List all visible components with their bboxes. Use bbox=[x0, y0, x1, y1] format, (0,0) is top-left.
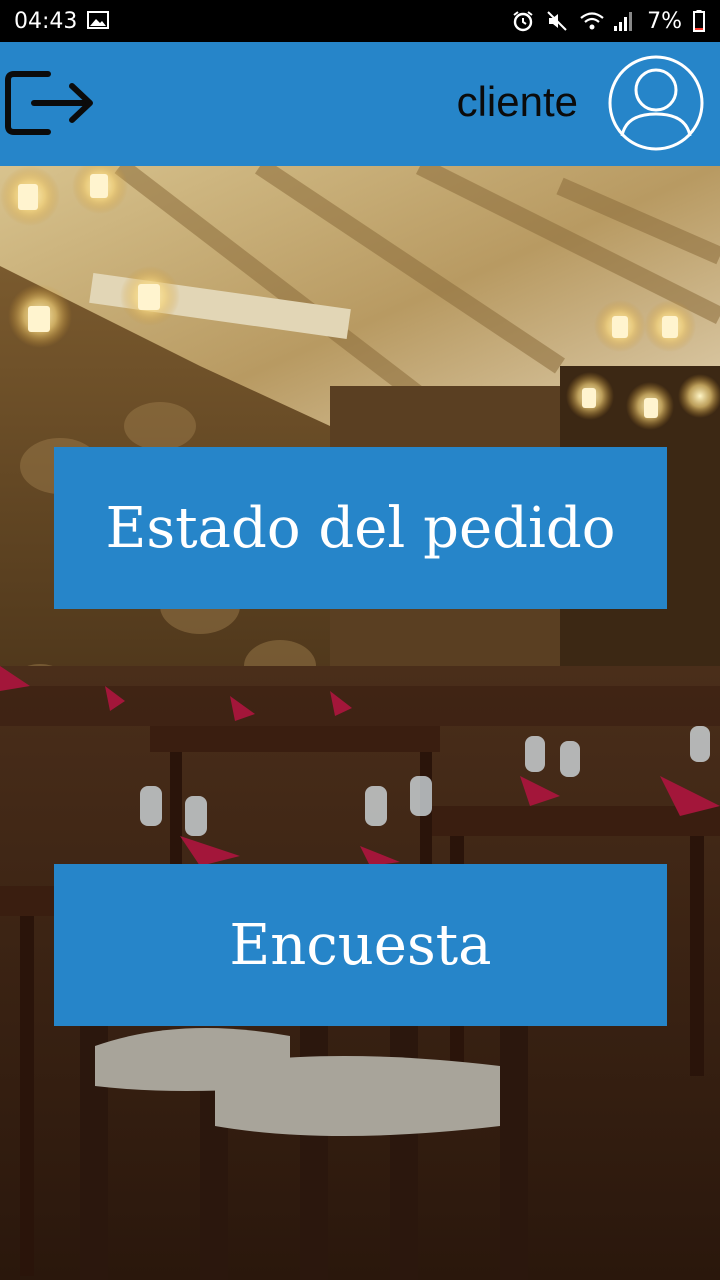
status-bar: 04:43 7% bbox=[0, 0, 720, 42]
image-icon bbox=[87, 9, 111, 33]
status-bar-left: 04:43 bbox=[14, 9, 111, 34]
battery-percent: 7% bbox=[647, 8, 682, 34]
user-avatar-icon[interactable] bbox=[608, 50, 704, 156]
logout-icon[interactable] bbox=[4, 68, 96, 140]
battery-icon bbox=[692, 9, 706, 33]
status-bar-right: 7% bbox=[511, 9, 706, 34]
app-bar: cliente bbox=[0, 42, 720, 166]
alarm-icon bbox=[511, 9, 535, 33]
wifi-icon bbox=[579, 9, 604, 33]
restaurant-background-image bbox=[0, 166, 720, 1280]
user-role-label: cliente bbox=[456, 78, 578, 125]
status-time: 04:43 bbox=[14, 8, 78, 34]
survey-button[interactable]: Encuesta bbox=[54, 864, 667, 1026]
mute-icon bbox=[545, 9, 569, 33]
order-status-button[interactable]: Estado del pedido bbox=[54, 447, 667, 609]
signal-icon bbox=[613, 9, 637, 33]
